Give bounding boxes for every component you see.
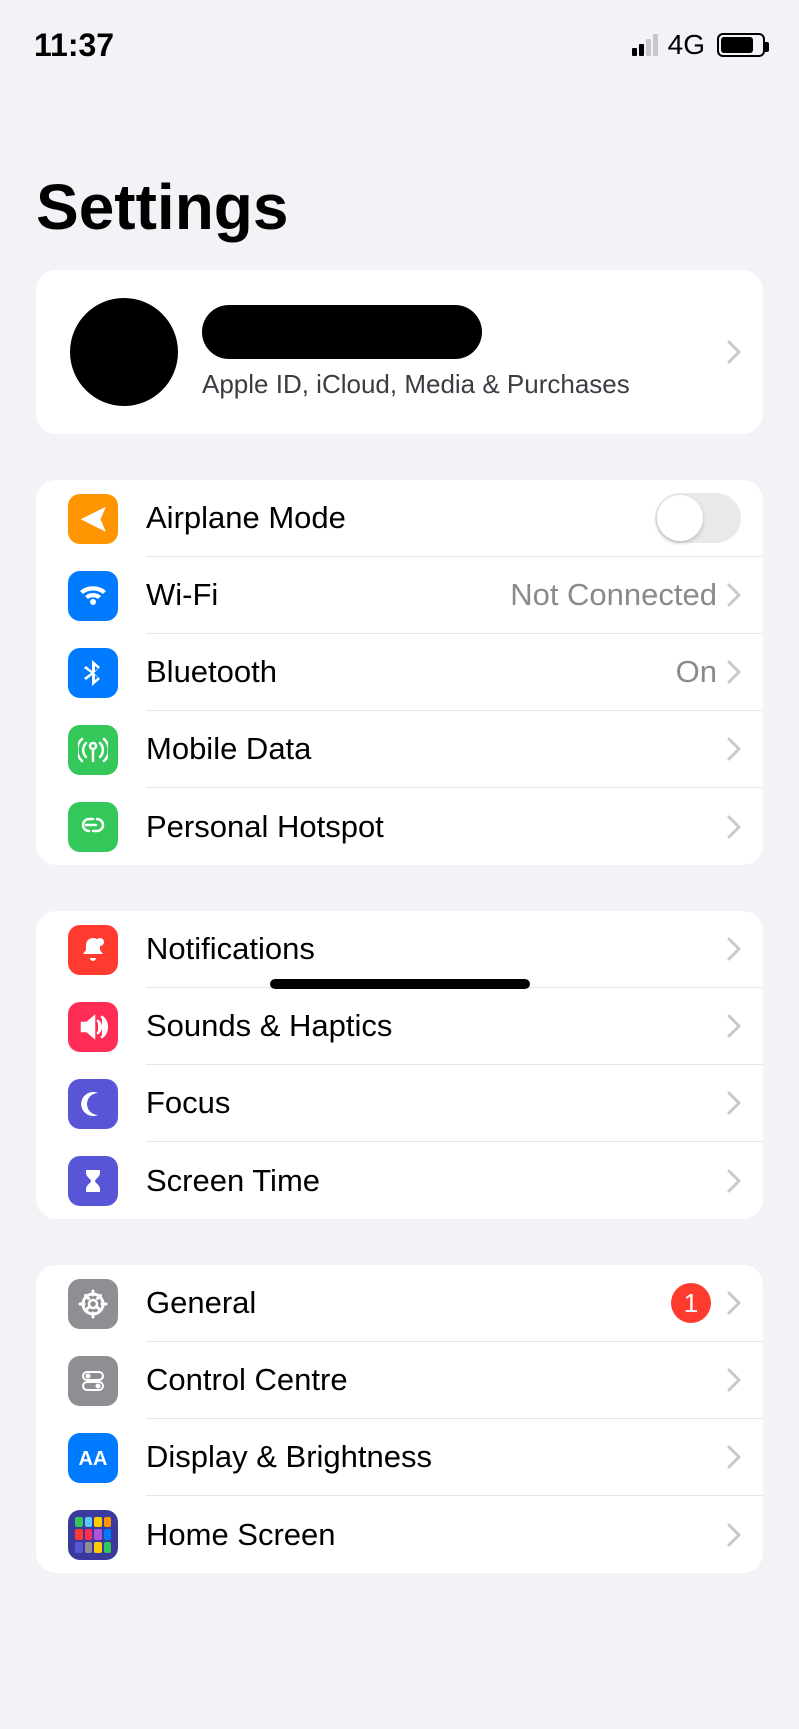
chevron-right-icon bbox=[727, 1439, 741, 1475]
row-label: General bbox=[146, 1285, 671, 1321]
row-label: Home Screen bbox=[146, 1517, 727, 1553]
row-label: Screen Time bbox=[146, 1163, 727, 1199]
gear-icon bbox=[68, 1279, 118, 1329]
row-control-centre[interactable]: Control Centre bbox=[36, 1342, 763, 1419]
battery-fill bbox=[721, 37, 753, 53]
row-airplane[interactable]: Airplane Mode bbox=[36, 480, 763, 557]
row-label: Notifications bbox=[146, 931, 727, 967]
switches-icon bbox=[68, 1356, 118, 1406]
antenna-icon bbox=[68, 725, 118, 775]
bluetooth-icon bbox=[68, 648, 118, 698]
switch-airplane[interactable] bbox=[655, 493, 741, 543]
profile-name-redacted bbox=[202, 305, 482, 359]
profile-subtitle: Apple ID, iCloud, Media & Purchases bbox=[202, 369, 727, 400]
row-label: Focus bbox=[146, 1085, 727, 1121]
chevron-right-icon bbox=[727, 654, 741, 690]
badge: 1 bbox=[671, 1283, 711, 1323]
chevron-right-icon bbox=[727, 577, 741, 613]
settings-groups: Airplane ModeWi-FiNot ConnectedBluetooth… bbox=[0, 480, 799, 1573]
chevron-right-icon bbox=[727, 931, 741, 967]
row-display[interactable]: Display & Brightness bbox=[36, 1419, 763, 1496]
row-label: Personal Hotspot bbox=[146, 809, 727, 845]
chevron-right-icon bbox=[727, 1517, 741, 1553]
row-label: Display & Brightness bbox=[146, 1439, 727, 1475]
row-value: On bbox=[676, 654, 717, 690]
link-icon bbox=[68, 802, 118, 852]
profile-row[interactable]: Apple ID, iCloud, Media & Purchases bbox=[36, 270, 763, 434]
row-wifi[interactable]: Wi-FiNot Connected bbox=[36, 557, 763, 634]
settings-group: Notifications Sounds & Haptics Focus Screen… bbox=[36, 911, 763, 1219]
chevron-right-icon bbox=[727, 1362, 741, 1398]
settings-group: General1 Control Centre Display & Brightne… bbox=[36, 1265, 763, 1573]
row-label: Bluetooth bbox=[146, 654, 676, 690]
row-label: Control Centre bbox=[146, 1362, 727, 1398]
row-label: Wi-Fi bbox=[146, 577, 510, 613]
status-time: 11:37 bbox=[34, 27, 114, 64]
row-hotspot[interactable]: Personal Hotspot bbox=[36, 788, 763, 865]
row-sounds[interactable]: Sounds & Haptics bbox=[36, 988, 763, 1065]
row-bluetooth[interactable]: BluetoothOn bbox=[36, 634, 763, 711]
home-indicator[interactable] bbox=[270, 979, 530, 989]
avatar bbox=[70, 298, 178, 406]
chevron-right-icon bbox=[727, 1008, 741, 1044]
hourglass-icon bbox=[68, 1156, 118, 1206]
page-title: Settings bbox=[0, 90, 799, 270]
homegrid-icon bbox=[68, 1510, 118, 1560]
wifi-icon bbox=[68, 571, 118, 621]
bell-icon bbox=[68, 925, 118, 975]
chevron-right-icon bbox=[727, 1085, 741, 1121]
row-notifications[interactable]: Notifications bbox=[36, 911, 763, 988]
status-bar: 11:37 4G bbox=[0, 0, 799, 90]
row-label: Mobile Data bbox=[146, 731, 727, 767]
speaker-icon bbox=[68, 1002, 118, 1052]
row-mobile-data[interactable]: Mobile Data bbox=[36, 711, 763, 788]
aa-icon bbox=[68, 1433, 118, 1483]
row-screen-time[interactable]: Screen Time bbox=[36, 1142, 763, 1219]
signal-icon bbox=[632, 34, 658, 56]
moon-icon bbox=[68, 1079, 118, 1129]
chevron-right-icon bbox=[727, 809, 741, 845]
network-label: 4G bbox=[668, 29, 705, 61]
row-label: Sounds & Haptics bbox=[146, 1008, 727, 1044]
row-label: Airplane Mode bbox=[146, 500, 655, 536]
chevron-right-icon bbox=[727, 1163, 741, 1199]
row-general[interactable]: General1 bbox=[36, 1265, 763, 1342]
profile-section: Apple ID, iCloud, Media & Purchases bbox=[36, 270, 763, 434]
chevron-right-icon bbox=[727, 731, 741, 767]
row-home-screen[interactable]: Home Screen bbox=[36, 1496, 763, 1573]
battery-icon bbox=[717, 33, 765, 57]
airplane-icon bbox=[68, 494, 118, 544]
chevron-right-icon bbox=[727, 1285, 741, 1321]
settings-group: Airplane ModeWi-FiNot ConnectedBluetooth… bbox=[36, 480, 763, 865]
chevron-right-icon bbox=[727, 334, 741, 370]
row-focus[interactable]: Focus bbox=[36, 1065, 763, 1142]
row-value: Not Connected bbox=[510, 577, 717, 613]
status-indicators: 4G bbox=[632, 29, 765, 61]
